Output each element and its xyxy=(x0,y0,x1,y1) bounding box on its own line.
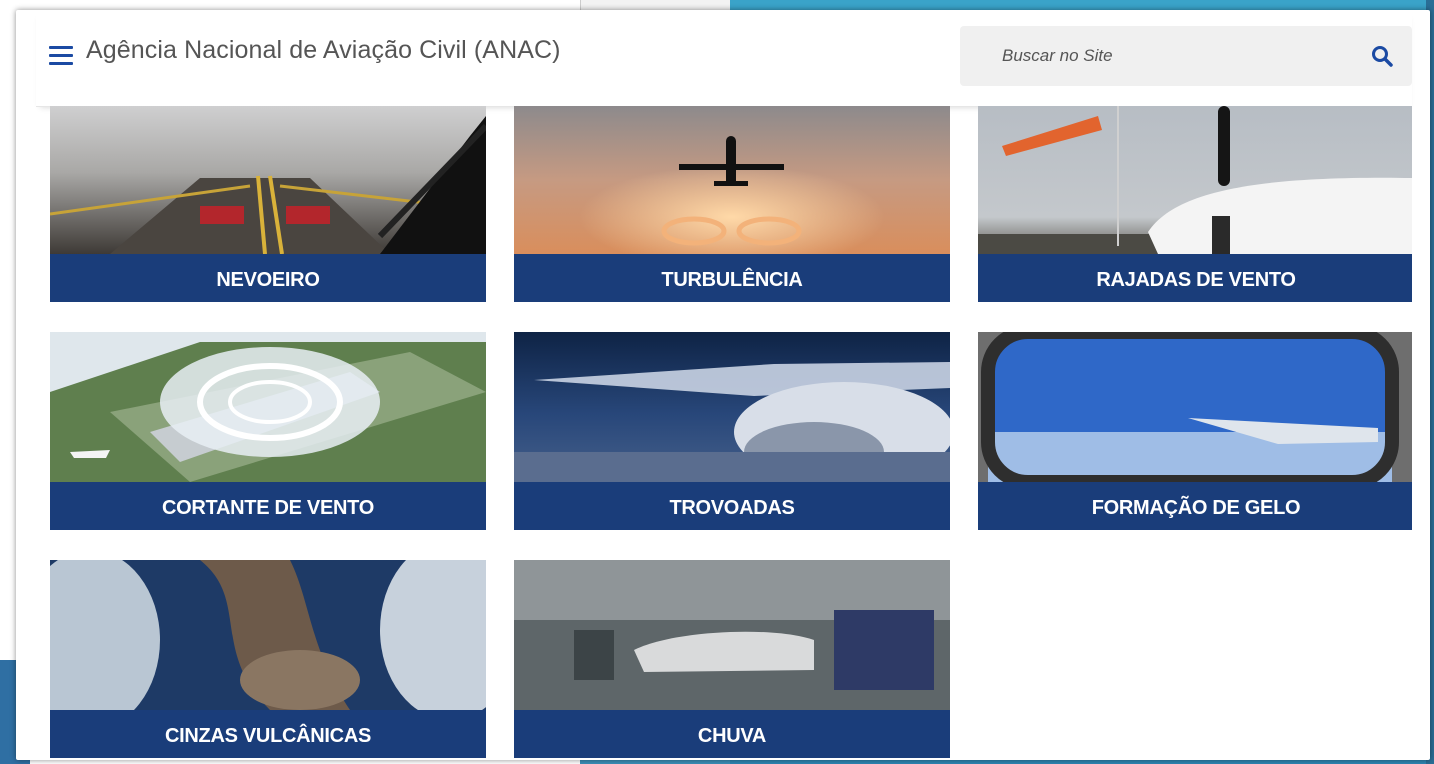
tile-label: CINZAS VULCÂNICAS xyxy=(50,710,486,758)
tile-label: TROVOADAS xyxy=(514,482,950,530)
tile-chuva[interactable]: CHUVA xyxy=(514,560,950,760)
site-title: Agência Nacional de Aviação Civil (ANAC) xyxy=(86,36,561,64)
tile-cinzas-vulcanicas[interactable]: CINZAS VULCÂNICAS xyxy=(50,560,486,760)
search-input[interactable] xyxy=(1000,42,1344,70)
site-header: Agência Nacional de Aviação Civil (ANAC) xyxy=(36,10,1412,107)
anac-popup-window: Agência Nacional de Aviação Civil (ANAC) xyxy=(16,10,1430,760)
tile-nevoeiro[interactable]: NEVOEIRO xyxy=(50,106,486,302)
tile-rajadas-de-vento[interactable]: RAJADAS DE VENTO xyxy=(978,106,1412,302)
tile-trovoadas[interactable]: TROVOADAS xyxy=(514,332,950,530)
search-button[interactable] xyxy=(1370,44,1394,68)
thunderstorm-cloud-image xyxy=(514,332,950,482)
tile-label: RAJADAS DE VENTO xyxy=(978,254,1412,302)
search-box xyxy=(960,26,1412,86)
wind-shear-illustration-image xyxy=(50,332,486,482)
tile-label: CORTANTE DE VENTO xyxy=(50,482,486,530)
fog-runway-image xyxy=(50,106,486,254)
search-icon xyxy=(1372,46,1393,67)
hamburger-menu-icon[interactable] xyxy=(49,46,73,66)
windsock-propeller-image xyxy=(978,106,1412,254)
rainy-window-aircraft-image xyxy=(514,560,950,710)
turbulence-aircraft-image xyxy=(514,106,950,254)
tile-label: CHUVA xyxy=(514,710,950,758)
tile-turbulencia[interactable]: TURBULÊNCIA xyxy=(514,106,950,302)
tile-formacao-de-gelo[interactable]: FORMAÇÃO DE GELO xyxy=(978,332,1412,530)
tile-label: NEVOEIRO xyxy=(50,254,486,302)
volcanic-ash-satellite-image xyxy=(50,560,486,710)
icy-window-wing-image xyxy=(978,332,1412,482)
tile-label: FORMAÇÃO DE GELO xyxy=(978,482,1412,530)
tile-cortante-de-vento[interactable]: CORTANTE DE VENTO xyxy=(50,332,486,530)
tile-label: TURBULÊNCIA xyxy=(514,254,950,302)
weather-topics-grid: NEVOEIRO TURBULÊNCIA RAJADAS DE VENTO CO… xyxy=(50,106,1412,760)
